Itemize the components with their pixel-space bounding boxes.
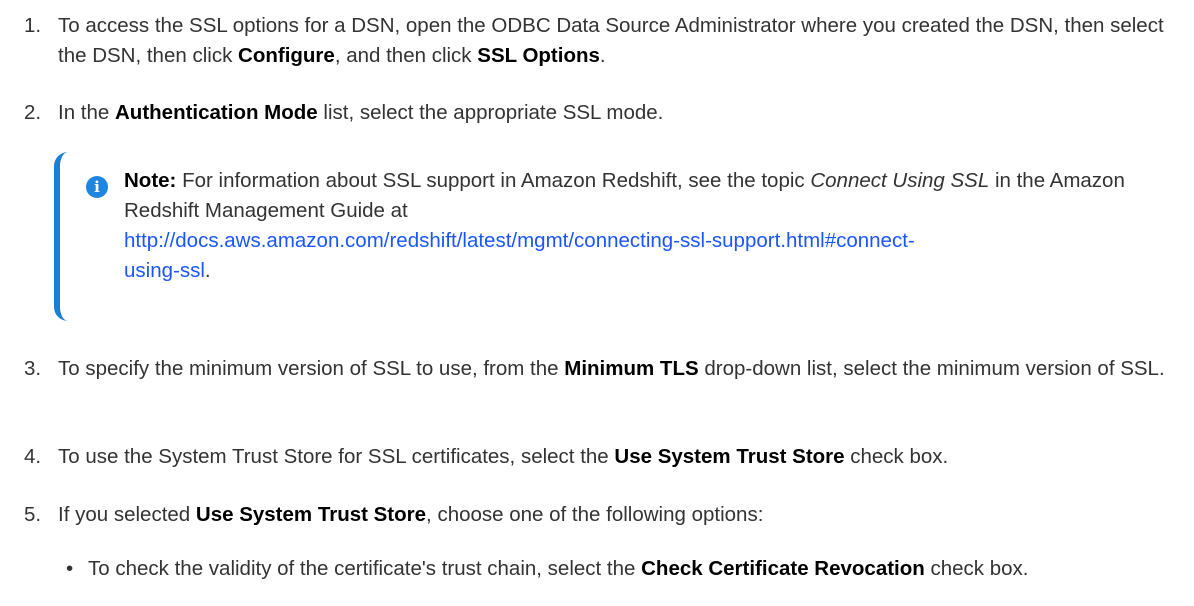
topic-title: Connect Using SSL — [810, 169, 990, 192]
minimum-tls-label: Minimum TLS — [564, 357, 699, 380]
bullet-text: To check the validity of the certificate… — [88, 557, 1029, 580]
step-number: 1. — [24, 14, 42, 37]
configure-label: Configure — [238, 44, 335, 67]
authentication-mode-label: Authentication Mode — [115, 101, 318, 124]
step-text: To specify the minimum version of SSL to… — [58, 357, 1165, 380]
ssl-support-link[interactable]: http://docs.aws.amazon.com/redshift/late… — [124, 229, 915, 282]
step-text: To use the System Trust Store for SSL ce… — [58, 445, 949, 468]
step-text: If you selected Use System Trust Store, … — [58, 503, 764, 526]
bullet-dot: • — [66, 557, 74, 580]
use-system-trust-store-label: Use System Trust Store — [614, 445, 845, 468]
note-callout: i Note: For information about SSL suppor… — [54, 152, 1140, 321]
step-number: 3. — [24, 357, 42, 380]
ssl-options-label: SSL Options — [477, 44, 600, 67]
step-number: 4. — [24, 445, 42, 468]
note-text: Note: For information about SSL support … — [124, 169, 1125, 282]
step-number: 2. — [24, 101, 42, 124]
step-text: To access the SSL options for a DSN, ope… — [58, 14, 1164, 67]
step-number: 5. — [24, 503, 42, 526]
info-icon: i — [86, 176, 108, 198]
step-text: In the Authentication Mode list, select … — [58, 101, 664, 124]
note-label: Note: — [124, 169, 177, 192]
check-certificate-revocation-label: Check Certificate Revocation — [641, 557, 925, 580]
use-system-trust-store-label: Use System Trust Store — [195, 503, 427, 526]
